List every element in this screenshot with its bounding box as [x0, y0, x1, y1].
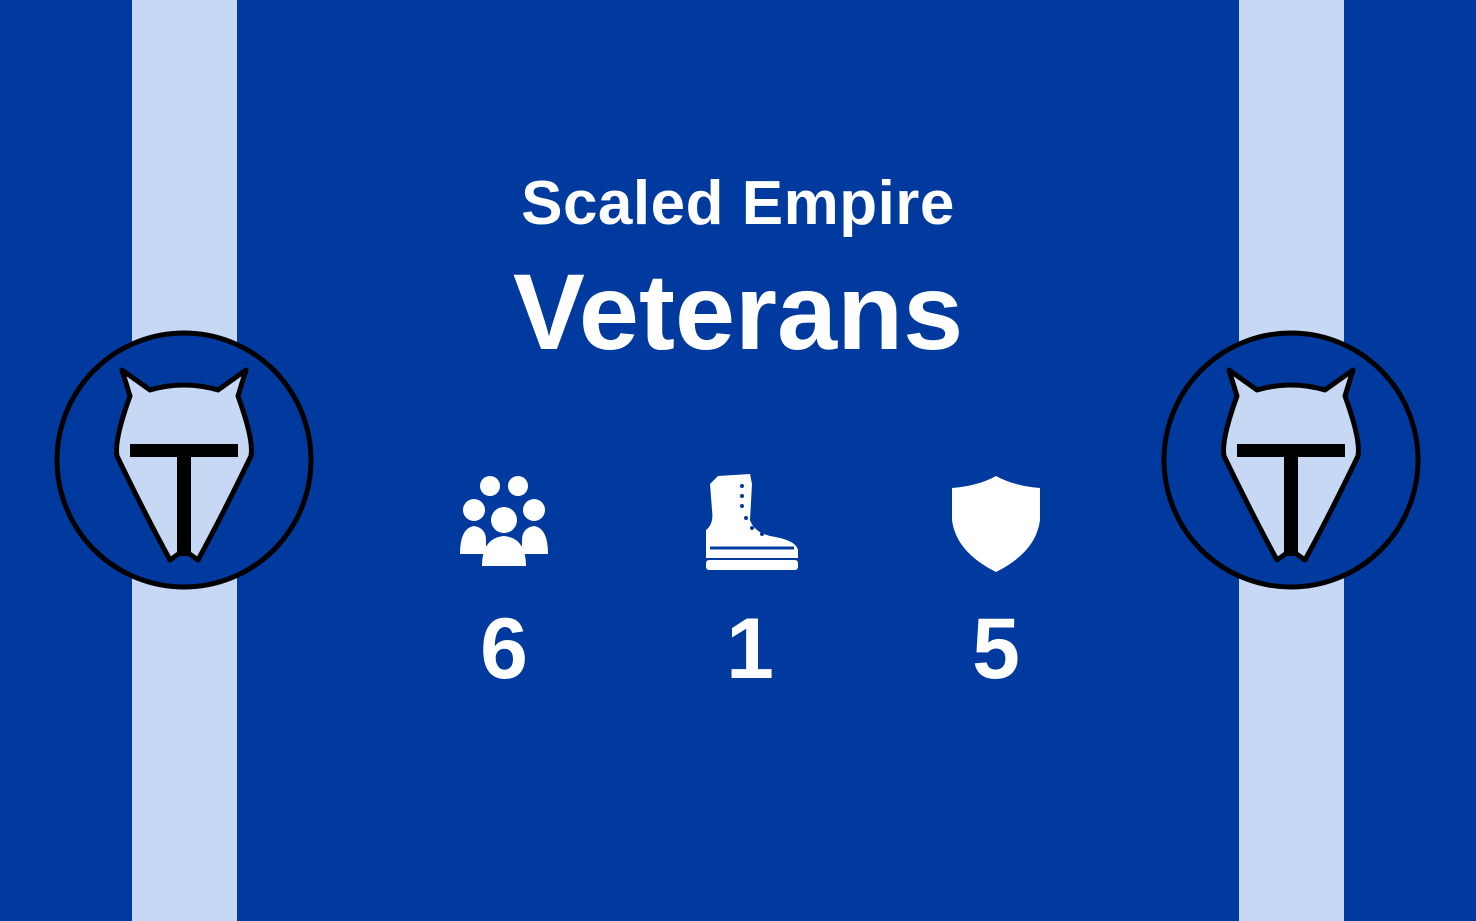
move-value: 1 [726, 601, 774, 697]
unit-card: Scaled Empire Veterans 6 1 5 [0, 0, 1476, 921]
stat-move: 1 [660, 470, 840, 700]
stat-save: 5 [906, 470, 1086, 700]
stat-models: 6 [414, 470, 594, 700]
faction-title: Scaled Empire [521, 169, 955, 238]
save-value: 5 [972, 601, 1020, 697]
group-icon [444, 470, 564, 574]
unit-name: Veterans [512, 251, 964, 372]
boot-icon [690, 470, 810, 574]
shield-icon [936, 470, 1056, 574]
models-value: 6 [480, 601, 528, 697]
